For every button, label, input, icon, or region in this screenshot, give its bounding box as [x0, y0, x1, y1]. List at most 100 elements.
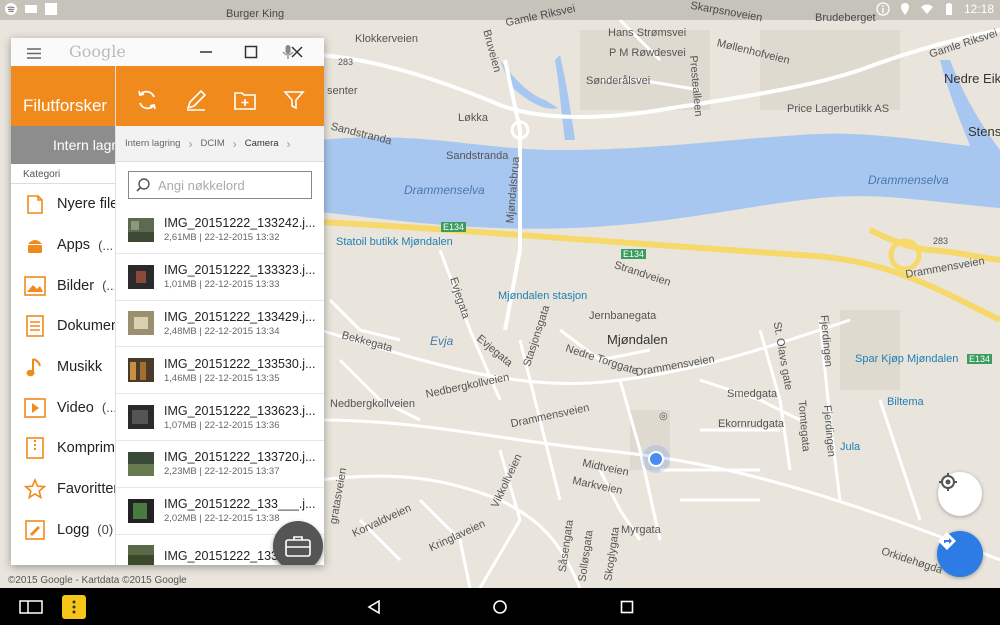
close-icon	[291, 46, 303, 58]
log-icon	[23, 518, 47, 542]
file-row[interactable]: IMG_20151222_133323.j... 1,01MB | 22-12-2…	[116, 254, 324, 301]
recents-button[interactable]	[617, 595, 637, 619]
map-label-sonderalsvei: Sønderålsvei	[586, 75, 651, 87]
file-row[interactable]: IMG_20151222_133623.j... 1,07MB | 22-12-2…	[116, 394, 324, 441]
sidebar-item-label: Dokumenter	[57, 318, 115, 335]
map-label-nedre-eik: Nedre Eik	[944, 71, 1000, 86]
sidebar-item-images[interactable]: Bilder (...	[11, 265, 115, 306]
multiwindow-icon	[19, 600, 43, 614]
map-label-283-b: 283	[933, 236, 949, 246]
breadcrumb-item-internal[interactable]: Intern lagring	[125, 138, 180, 149]
file-info: 1,07MB | 22-12-2015 13:36	[164, 419, 280, 431]
home-button[interactable]	[490, 595, 510, 619]
app-shortcut-button[interactable]	[62, 595, 86, 619]
file-row[interactable]: IMG_20151222_133720.j... 2,23MB | 22-12-2…	[116, 441, 324, 488]
sidebar-item-label: Musikk	[57, 359, 103, 376]
close-button[interactable]	[286, 42, 308, 62]
file-name: IMG_20151222_133___.j...	[164, 497, 316, 512]
status-bar: 12:18	[0, 0, 1000, 20]
map-label-statoil: Statoil butikk Mjøndalen	[336, 236, 453, 248]
battery-icon	[942, 2, 956, 16]
video-icon	[23, 396, 47, 420]
minimize-icon	[200, 51, 212, 53]
sidebar-item-compressed[interactable]: Komprimert	[11, 428, 115, 469]
sidebar-item-video[interactable]: Video (...	[11, 387, 115, 428]
map-label-p-m-rowdesvei: P M Røwdesvei	[609, 47, 686, 59]
back-button[interactable]	[364, 595, 384, 619]
category-header: Kategori	[11, 164, 115, 184]
directions-button[interactable]	[937, 531, 983, 577]
sidebar-item-label: Logg	[57, 521, 90, 538]
file-row[interactable]: IMG_20151222_133530.j... 1,46MB | 22-12-2…	[116, 347, 324, 395]
device-selector[interactable]: Intern lagring	[11, 126, 115, 164]
file-info: 2,23MB | 22-12-2015 13:37	[164, 466, 280, 478]
breadcrumb-item-dcim[interactable]: DCIM	[200, 138, 224, 149]
map-label-sandstranda-2: Sandstranda	[446, 150, 509, 162]
map-label-myrgata: Myrgata	[621, 524, 661, 536]
breadcrumb-item-camera[interactable]: Camera	[245, 138, 279, 149]
map-copyright: ©2015 Google - Kartdata ©2015 Google	[8, 575, 187, 586]
map-poi-icon[interactable]: ◎	[659, 411, 668, 422]
file-name: IMG_20151222_133242.j...	[164, 216, 316, 231]
device-label: Intern lagring	[53, 137, 115, 153]
image-icon	[23, 274, 47, 298]
map-label-jula: Jula	[840, 441, 861, 453]
maximize-button[interactable]	[240, 42, 262, 62]
file-explorer-window: Google Filutforsker Intern lagring Kateg…	[11, 38, 324, 565]
map-label-spar: Spar Kjøp Mjøndalen	[855, 353, 959, 365]
sidebar-item-favorites[interactable]: Favoritter	[11, 469, 115, 510]
chevron-right-icon: ›	[232, 136, 237, 151]
sidebar-item-documents[interactable]: Dokumenter	[11, 306, 115, 347]
sidebar-item-label: Bilder	[57, 277, 95, 294]
hamburger-menu-icon[interactable]	[27, 46, 41, 64]
location-pin-icon	[898, 2, 912, 16]
sidebar-item-count: (...	[98, 237, 114, 253]
sidebar-item-log[interactable]: Logg (0)	[11, 510, 115, 551]
file-row[interactable]: IMG_20151222_133242.j... 2,61MB | 22-12-2…	[116, 207, 324, 254]
sidebar-item-apps[interactable]: Apps (...	[11, 225, 115, 266]
zip-icon	[23, 436, 47, 460]
spotify-icon	[4, 2, 18, 16]
sidebar-item-music[interactable]: Musikk	[11, 347, 115, 388]
crosshair-icon	[939, 473, 957, 491]
multiwindow-button[interactable]	[18, 595, 44, 619]
sidebar-item-recent[interactable]: Nyere filer	[11, 184, 115, 225]
maximize-icon	[244, 45, 258, 59]
home-icon	[493, 600, 507, 614]
file-thumbnail	[128, 264, 154, 289]
file-name: IMG_20151222_133530.j...	[164, 356, 316, 371]
sidebar-item-count: (...	[101, 400, 115, 416]
recent-files-icon	[23, 192, 47, 216]
clock: 12:18	[963, 2, 994, 16]
file-name: IMG_20151222_133323.j...	[164, 263, 316, 278]
file-thumbnail	[128, 311, 154, 336]
new-folder-icon	[233, 92, 256, 110]
sidebar-item-count: (0)	[97, 522, 114, 538]
file-list-pane: Intern lagring › DCIM › Camera › Angi nø…	[115, 66, 324, 565]
file-thumbnail	[128, 217, 154, 242]
star-icon	[23, 477, 47, 501]
window-titlebar[interactable]: Google	[11, 38, 324, 66]
map-label-jernbanegata: Jernbanegata	[589, 310, 657, 322]
my-location-button[interactable]	[938, 472, 982, 516]
toolbox-button[interactable]	[273, 521, 323, 565]
breadcrumb: Intern lagring › DCIM › Camera ›	[116, 126, 324, 162]
refresh-button[interactable]	[134, 87, 160, 113]
new-folder-button[interactable]	[232, 87, 258, 113]
file-row[interactable]: IMG_20151222_133429.j... 2,48MB | 22-12-2…	[116, 301, 324, 348]
minimize-button[interactable]	[195, 42, 217, 62]
file-name: IMG_20151222_133720.j...	[164, 450, 316, 465]
map-label-drammenselva-1: Drammenselva	[404, 183, 485, 197]
android-icon	[23, 233, 47, 257]
sidebar-item-label: Apps	[57, 237, 91, 254]
file-thumbnail	[128, 358, 154, 383]
search-input[interactable]: Angi nøkkelord	[128, 171, 312, 199]
image-notification-icon	[44, 2, 58, 16]
filter-button[interactable]	[281, 87, 307, 113]
edit-button[interactable]	[183, 87, 209, 113]
map-label-hans-stromsvei: Hans Strømsvei	[608, 27, 687, 39]
map-label-lokka: Løkka	[458, 112, 488, 124]
map-label-ekornrudgata: Ekornrudgata	[718, 418, 785, 430]
info-icon	[876, 2, 890, 16]
toolbar	[116, 66, 324, 126]
